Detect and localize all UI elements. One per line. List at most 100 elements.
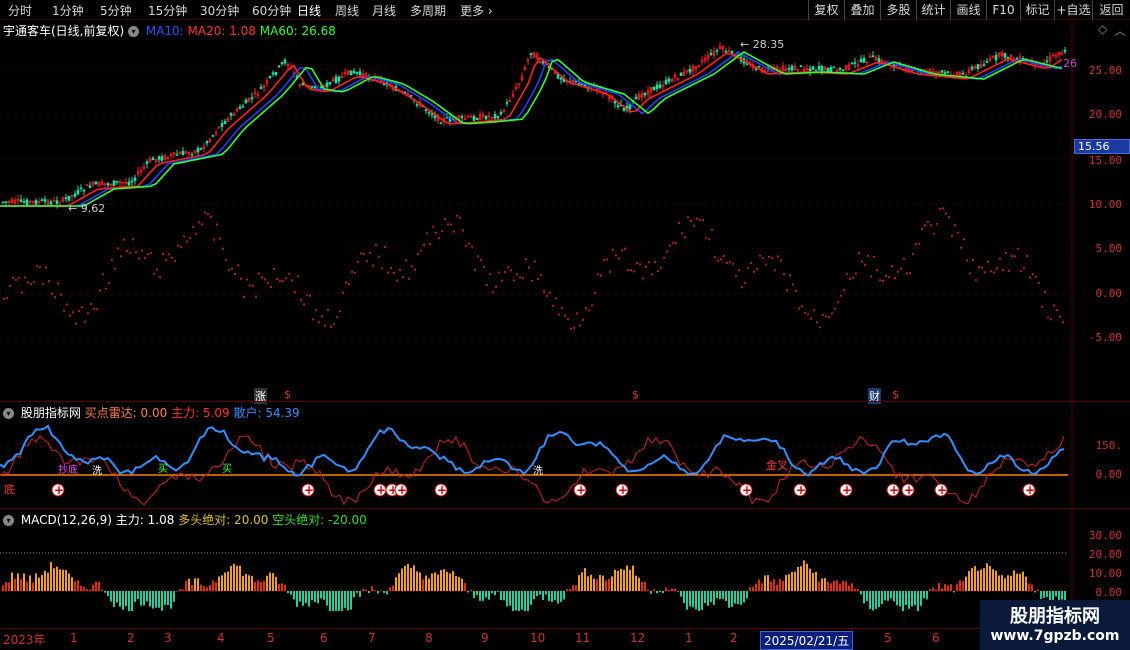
- candle-body: [715, 50, 719, 52]
- macd-bar-negative: [908, 591, 910, 609]
- event-marker-dollar[interactable]: $: [892, 388, 899, 401]
- macd-bar-negative: [683, 591, 685, 603]
- macd-bar-negative: [311, 591, 313, 601]
- event-marker-dollar[interactable]: $: [632, 388, 639, 401]
- scatter-dot: [290, 279, 294, 282]
- scatter-dot: [623, 247, 627, 250]
- macd-bar-positive: [614, 569, 616, 591]
- candle-body: [244, 99, 248, 104]
- scatter-dot: [140, 249, 144, 252]
- selected-date[interactable]: 2025/02/21/五: [760, 631, 854, 650]
- scatter-dot: [902, 257, 906, 260]
- macd-bar-negative: [359, 591, 361, 597]
- macd-bar-positive: [401, 568, 403, 591]
- scatter-dot: [503, 270, 507, 274]
- scatter-dot: [803, 311, 807, 314]
- ma60-label: MA60: 26.68: [259, 24, 336, 38]
- plus-icon: +: [904, 483, 914, 497]
- stock-title[interactable]: 宇通客车(日线,前复权): [3, 24, 124, 38]
- event-marker-dollar[interactable]: $: [284, 388, 291, 401]
- macd-bar-positive: [581, 572, 583, 591]
- scatter-dot: [1058, 315, 1062, 318]
- macd-bar-positive: [245, 574, 247, 591]
- scatter-dot: [32, 281, 36, 284]
- diamond-icon[interactable]: ◇: [1098, 22, 1107, 36]
- scatter-dot: [701, 219, 705, 222]
- macd-bar-positive: [785, 575, 787, 591]
- scatter-dot: [65, 303, 69, 306]
- chevron-down-icon[interactable]: ▾: [3, 515, 14, 526]
- macd-bar-positive: [608, 579, 610, 591]
- scatter-dot: [689, 219, 693, 223]
- candle-body: [790, 65, 794, 71]
- scatter-dot: [152, 272, 156, 275]
- candle-body: [229, 113, 233, 116]
- date-label: 6: [320, 631, 328, 645]
- macd-bar-negative: [953, 591, 955, 593]
- scatter-dot: [785, 289, 789, 292]
- macd-bar-negative: [902, 591, 904, 611]
- candle-body: [427, 112, 431, 114]
- plus-icon: +: [1025, 483, 1035, 497]
- macd-bar-positive: [395, 577, 397, 591]
- scatter-dot: [389, 267, 393, 270]
- scatter-dot: [911, 252, 915, 256]
- scatter-dot: [632, 270, 636, 273]
- macd-bar-negative: [329, 591, 331, 611]
- scatter-dot: [635, 262, 639, 265]
- scatter-dot: [482, 265, 486, 268]
- macd-name[interactable]: MACD(12,26,9): [21, 513, 112, 527]
- plus-icon: +: [889, 483, 899, 497]
- scatter-dot: [392, 271, 396, 274]
- scatter-dot: [1037, 281, 1041, 284]
- scatter-dot: [977, 266, 981, 269]
- macd-bar-negative: [143, 591, 145, 606]
- scatter-dot: [260, 276, 264, 279]
- macd-bar-positive: [14, 579, 16, 591]
- candle-body: [994, 54, 998, 61]
- macd-bar-positive: [983, 568, 985, 591]
- scatter-dot: [665, 250, 669, 253]
- macd-bar-negative: [1055, 591, 1057, 597]
- scatter-dot: [1055, 308, 1059, 312]
- scatter-dot: [485, 283, 489, 287]
- candle-body: [871, 55, 875, 58]
- candle-body: [76, 189, 80, 195]
- chevron-down-icon[interactable]: ▾: [3, 408, 14, 419]
- macd-bar-negative: [881, 591, 883, 604]
- candle-body: [643, 92, 647, 96]
- chevron-up-icon[interactable]: ︿: [1114, 22, 1126, 39]
- scatter-dot: [452, 230, 456, 233]
- scatter-dot: [479, 258, 483, 261]
- scatter-dot: [1025, 254, 1029, 258]
- macd-bar-negative: [563, 591, 565, 600]
- scatter-dot: [146, 253, 150, 256]
- macd-bar-positive: [980, 569, 982, 591]
- plus-icon: +: [576, 483, 586, 497]
- candle-body: [634, 96, 638, 100]
- macd-bar-negative: [719, 591, 721, 600]
- macd-bar-positive: [8, 582, 10, 591]
- candle-body: [1045, 60, 1049, 63]
- scatter-dot: [470, 245, 474, 248]
- indicator1-name[interactable]: 股朋指标网: [21, 406, 81, 420]
- macd-bar-positive: [458, 577, 460, 591]
- macd-bar-negative: [467, 591, 469, 593]
- macd-bar-positive: [809, 568, 811, 591]
- y-tick: 0.00: [1095, 287, 1123, 300]
- macd-bar-positive: [947, 585, 949, 591]
- scatter-dot: [998, 257, 1002, 260]
- macd-bar-positive: [854, 588, 856, 591]
- y-tick: 5.00: [1095, 242, 1123, 255]
- macd-bar-negative: [488, 591, 490, 600]
- macd-bar-negative: [308, 591, 310, 607]
- chart-canvas[interactable]: + + + ++ + + + + + + + + + +: [0, 0, 1130, 650]
- macd-bar-negative: [119, 591, 121, 607]
- scatter-dot: [86, 312, 90, 315]
- chevron-down-icon[interactable]: ▾: [128, 26, 140, 37]
- scatter-dot: [425, 232, 429, 235]
- macd-bar-positive: [71, 577, 73, 591]
- scatter-dot: [812, 309, 816, 312]
- scatter-dot: [866, 254, 870, 257]
- scatter-dot: [173, 260, 177, 263]
